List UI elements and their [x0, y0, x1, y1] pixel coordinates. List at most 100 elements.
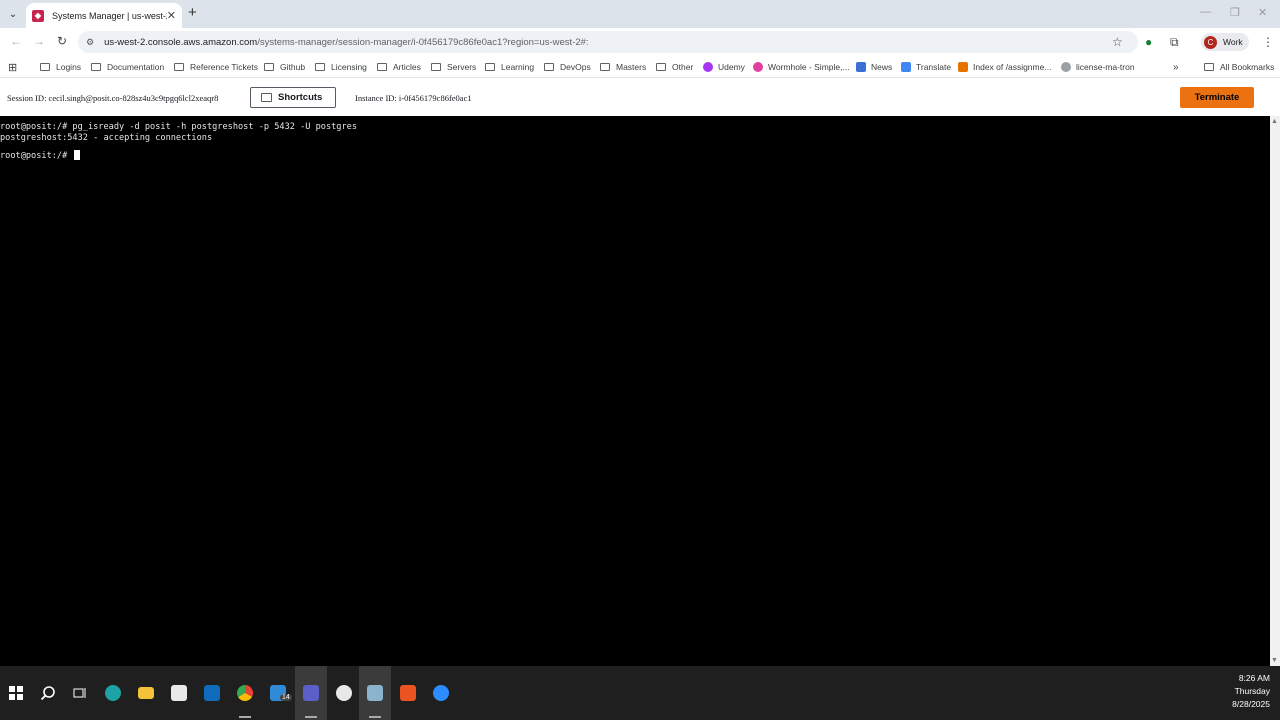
terminal-prompt: root@posit:/# — [0, 150, 73, 161]
bookmark-masters[interactable]: Masters — [600, 61, 646, 73]
bookmark-learning[interactable]: Learning — [485, 61, 534, 73]
bookmark-documentation[interactable]: Documentation — [91, 61, 164, 73]
bookmark-label: Other — [672, 62, 694, 72]
taskbar-vscode[interactable]: 14 — [262, 666, 294, 720]
folder-icon — [264, 63, 274, 71]
browser-menu-icon[interactable]: ⋮ — [1262, 35, 1274, 49]
terminate-button[interactable]: Terminate — [1180, 87, 1254, 108]
chrome-icon — [237, 685, 253, 701]
taskbar-store[interactable] — [163, 666, 195, 720]
taskbar-teams[interactable] — [295, 666, 327, 720]
forward-icon[interactable]: → — [33, 34, 45, 48]
terminal-scrollbar[interactable]: ▲ ▼ — [1270, 116, 1280, 666]
folder-icon — [138, 687, 154, 699]
bookmark-translate[interactable]: Translate — [901, 61, 951, 73]
bookmark-udemy[interactable]: Udemy — [703, 61, 745, 73]
bookmark-reference-tickets[interactable]: Reference Tickets — [174, 61, 258, 73]
bookmark-github[interactable]: Github — [264, 61, 305, 73]
terminal-cursor — [74, 149, 81, 160]
bookmark-other[interactable]: Other — [656, 61, 693, 73]
bookmark-articles[interactable]: Articles — [377, 61, 421, 73]
taskbar-edge[interactable] — [97, 666, 129, 720]
minimize-icon[interactable]: — — [1200, 6, 1211, 18]
bookmark-licensing[interactable]: Licensing — [315, 61, 367, 73]
folder-icon — [40, 63, 50, 71]
translate-icon — [901, 62, 911, 72]
url-host: us-west-2.console.aws.amazon.com — [104, 36, 258, 48]
more-bookmarks-chevron-icon[interactable]: » — [1173, 61, 1179, 73]
back-icon[interactable]: ← — [10, 34, 22, 48]
folder-icon — [544, 63, 554, 71]
taskbar-file-explorer[interactable] — [130, 666, 162, 720]
bookmark-label: News — [871, 62, 893, 72]
bookmark-label: Masters — [616, 62, 647, 72]
ubuntu-icon — [400, 685, 416, 701]
bookmark-license-ma-tron[interactable]: license-ma-tron — [1061, 61, 1135, 73]
profile-button[interactable]: C Work — [1201, 33, 1249, 51]
taskbar-notepad[interactable] — [359, 666, 391, 720]
grammarly-extension-icon[interactable]: ● — [1145, 35, 1152, 49]
bookmark-logins[interactable]: Logins — [40, 61, 81, 73]
taskbar-ubuntu[interactable] — [392, 666, 424, 720]
search-button[interactable] — [32, 666, 64, 720]
browser-tab-systems-manager[interactable]: ◆ Systems Manager | us-west-2 ✕ — [26, 3, 182, 28]
bookmarks-bar: ⊞ Logins Documentation Reference Tickets… — [0, 56, 1280, 78]
taskbar-outlook[interactable] — [196, 666, 228, 720]
bookmark-news[interactable]: News — [856, 61, 892, 73]
system-clock[interactable]: 8:26 AM Thursday 8/28/2025 — [1200, 672, 1270, 711]
session-header: Session ID: cecil.singh@posit.co-828sz4u… — [0, 79, 1280, 116]
udemy-icon — [703, 62, 713, 72]
folder-icon — [174, 63, 184, 71]
clock-date: 8/28/2025 — [1232, 699, 1270, 709]
taskbar-chrome[interactable] — [229, 666, 261, 720]
shortcuts-button[interactable]: Shortcuts — [250, 87, 336, 108]
tab-search-chevron-icon[interactable]: ⌄ — [4, 5, 22, 23]
bookmark-index-of-assignme[interactable]: Index of /assignme... — [958, 61, 1051, 73]
restore-icon[interactable]: ❐ — [1230, 6, 1240, 19]
bookmark-label: Documentation — [107, 62, 165, 72]
taskbar: 14 — [0, 666, 1280, 720]
folder-icon — [1204, 63, 1214, 71]
folder-icon — [91, 63, 101, 71]
task-view-button[interactable] — [64, 666, 96, 720]
task-view-icon — [73, 688, 86, 698]
taskbar-slack[interactable] — [328, 666, 360, 720]
tab-close-icon[interactable]: ✕ — [167, 9, 176, 22]
taskbar-zoom[interactable] — [425, 666, 457, 720]
slack-icon — [336, 685, 352, 701]
all-bookmarks[interactable]: All Bookmarks — [1204, 61, 1274, 73]
running-indicator — [239, 716, 251, 718]
close-window-icon[interactable]: ✕ — [1258, 6, 1267, 19]
folder-icon — [377, 63, 387, 71]
bookmark-servers[interactable]: Servers — [431, 61, 476, 73]
bookmark-label: Wormhole - Simple,... — [768, 62, 850, 72]
running-indicator — [369, 716, 381, 718]
clock-day: Thursday — [1234, 686, 1270, 696]
globe-icon — [1061, 62, 1071, 72]
site-info-icon[interactable]: ⚙ — [86, 37, 94, 48]
reload-icon[interactable]: ↻ — [57, 34, 67, 48]
bookmark-devops[interactable]: DevOps — [544, 61, 591, 73]
avatar: C — [1204, 35, 1217, 49]
terminal[interactable]: root@posit:/# pg_isready -d posit -h pos… — [0, 116, 1270, 666]
wormhole-icon — [753, 62, 763, 72]
bookmark-star-icon[interactable]: ☆ — [1112, 35, 1123, 49]
folder-icon — [315, 63, 325, 71]
extensions-puzzle-icon[interactable]: ⧉ — [1170, 35, 1179, 50]
clock-time: 8:26 AM — [1238, 673, 1270, 683]
scroll-down-icon[interactable]: ▼ — [1271, 657, 1278, 664]
bookmark-label: Articles — [393, 62, 421, 72]
bookmark-label: Licensing — [331, 62, 367, 72]
start-button[interactable] — [0, 666, 32, 720]
terminal-line: postgreshost:5432 - accepting connection… — [0, 133, 213, 144]
new-tab-icon[interactable]: + — [188, 5, 197, 20]
bookmark-label: license-ma-tron — [1076, 62, 1135, 72]
bookmark-label: Reference Tickets — [190, 62, 259, 72]
apps-grid-icon[interactable]: ⊞ — [8, 61, 17, 74]
bookmark-wormhole[interactable]: Wormhole - Simple,... — [753, 61, 850, 73]
browser-toolbar: ← → ↻ ⚙ us-west-2.console.aws.amazon.com… — [0, 28, 1280, 56]
edge-icon — [105, 685, 121, 701]
address-bar[interactable]: ⚙ us-west-2.console.aws.amazon.com/syste… — [78, 31, 1138, 53]
tab-title: Systems Manager | us-west-2 — [52, 10, 167, 21]
scroll-up-icon[interactable]: ▲ — [1271, 118, 1278, 125]
